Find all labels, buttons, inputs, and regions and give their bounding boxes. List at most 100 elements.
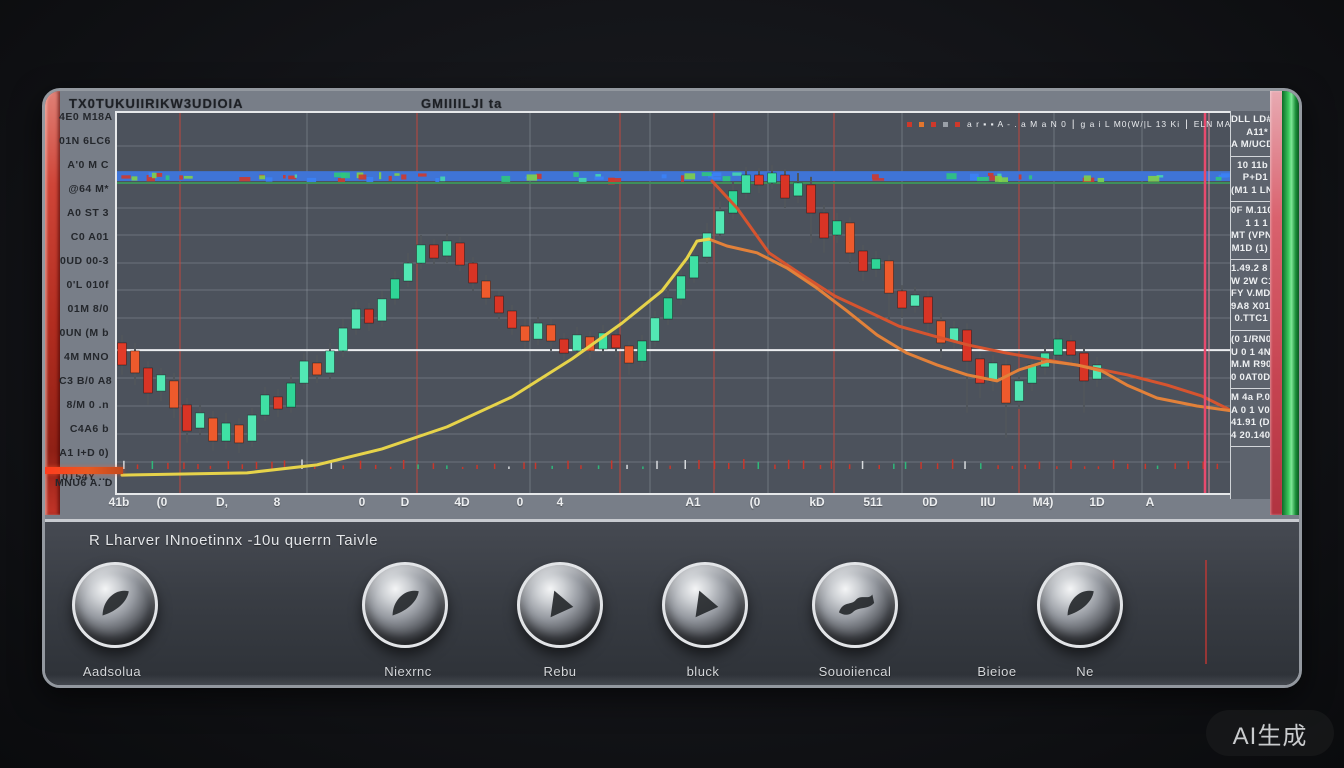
y-axis-label: A'0 M C	[59, 159, 113, 171]
control-red-marker-line	[1205, 560, 1207, 664]
chart-section: TX0TUKUIIRIKW3UDIOIA GMIIIILJI ta 4E0 M1…	[45, 91, 1299, 519]
right-axis-group: 10 11bP+D1(M1 1 LN)	[1231, 157, 1271, 203]
right-axis-label: 0.TTC1	[1231, 313, 1268, 326]
x-axis-label: 41b	[109, 495, 130, 509]
right-axis-group: DLL LD#A11*A M/UCD	[1231, 111, 1271, 157]
swoosh-icon	[92, 582, 138, 628]
chart-plot-svg	[117, 113, 1232, 493]
swoosh-icon	[382, 582, 428, 628]
y-axis-left-labels: 4E0 M18A 01N 6LC6 A'0 M C @64 M* A0 ST 3 C0 A…	[59, 111, 113, 483]
right-axis-label: 1 1 1	[1231, 218, 1268, 231]
right-axis-label: FY V.MD	[1231, 288, 1268, 301]
right-axis-group: 1.49.2 8 8W 2W C1bFY V.MD9A8 X01D0.TTC1	[1231, 260, 1271, 331]
y-axis-label: 4M MNO	[59, 351, 113, 363]
legend-text: g a i L M0(W/|L 13 Ki	[1081, 119, 1181, 129]
right-axis-label: 41.91 (D0	[1231, 417, 1268, 430]
y-axis-label: A0 ST 3	[59, 207, 113, 219]
x-axis-label: 8	[274, 495, 281, 509]
x-axis-label: (0	[750, 495, 761, 509]
knob-label: Bieioe	[977, 664, 1016, 679]
right-axis-label: 0F M.110	[1231, 205, 1268, 218]
knob-button-wave[interactable]	[812, 562, 898, 648]
right-axis-label: 1.49.2 8 8	[1231, 263, 1268, 276]
y-axis-label: @64 M*	[59, 183, 113, 195]
x-axis-label: D,	[216, 495, 228, 509]
knob-button-play[interactable]	[662, 562, 748, 648]
right-pink-bezel-strip	[1270, 91, 1282, 515]
legend-marker-icon	[931, 122, 936, 127]
legend-marker-icon	[919, 122, 924, 127]
y-axis-label: 0'L 010f	[59, 279, 113, 291]
x-axis-label: D	[401, 495, 410, 509]
legend-marker-icon	[907, 122, 912, 127]
right-axis-label: 10 11b	[1231, 160, 1268, 173]
x-axis-label: 4	[557, 495, 564, 509]
right-axis-label: 0 0AT0D	[1231, 372, 1268, 385]
legend-text: a r ▪ ▪ A - . a M a N 0	[967, 119, 1067, 129]
candlestick-chart[interactable]	[115, 111, 1234, 495]
y-axis-right-panel: DLL LD#A11*A M/UCD10 11bP+D1(M1 1 LN)0F …	[1230, 111, 1271, 499]
right-axis-label: U 0 1 4N3	[1231, 347, 1268, 360]
chart-title-left: TX0TUKUIIRIKW3UDIOIA	[69, 96, 244, 111]
knob-label: bluck	[687, 664, 720, 679]
right-axis-label: (0 1/RN0	[1231, 334, 1268, 347]
x-axis-label: 1D	[1089, 495, 1104, 509]
knob-button-play[interactable]	[517, 562, 603, 648]
x-axis-label: A	[1146, 495, 1155, 509]
play-icon	[682, 582, 728, 628]
knob-button-swoosh[interactable]	[362, 562, 448, 648]
x-axis-labels: 41b(0D,80D4D04A1(0kD5110DIIUM4)1DA	[115, 493, 1230, 513]
y-axis-label: 01M 8/0	[59, 303, 113, 315]
right-axis-group: 0F M.1101 1 1MT (VPN)M1D (1)	[1231, 202, 1271, 260]
x-axis-label: IIU	[980, 495, 995, 509]
right-axis-label: P+D1	[1231, 172, 1268, 185]
right-axis-label: DLL LD#	[1231, 114, 1268, 127]
right-axis-group: M 4a P.0wA 0 1 V041.91 (D04 20.1403	[1231, 389, 1271, 447]
right-axis-group: (0 1/RN0U 0 1 4N3M.M R9000 0AT0D	[1231, 331, 1271, 389]
right-axis-label: M1D (1)	[1231, 243, 1268, 256]
bottom-left-axis-label: MNU6 A. D	[55, 477, 113, 489]
right-axis-label: A 0 1 V0	[1231, 405, 1268, 418]
y-axis-label: 01N 6LC6	[59, 135, 113, 147]
knob-label: Rebu	[543, 664, 576, 679]
chart-title-right: GMIIIILJI ta	[421, 96, 502, 111]
right-axis-label: 4 20.1403	[1231, 430, 1268, 443]
right-axis-label: M 4a P.0w	[1231, 392, 1268, 405]
y-axis-label: 0UN (M b	[59, 327, 113, 339]
x-axis-label: 0	[517, 495, 524, 509]
y-axis-label: C0 A01	[59, 231, 113, 243]
chart-title-row: TX0TUKUIIRIKW3UDIOIA GMIIIILJI ta	[69, 96, 244, 112]
left-red-bezel-strip	[45, 91, 60, 515]
right-axis-label: (M1 1 LN)	[1231, 185, 1268, 198]
legend-separator: |	[1185, 119, 1189, 130]
trading-terminal-panel: TX0TUKUIIRIKW3UDIOIA GMIIIILJI ta 4E0 M1…	[42, 88, 1302, 688]
x-axis-label: kD	[809, 495, 824, 509]
y-axis-label: C4A6 b	[59, 423, 113, 435]
knob-button-swoosh[interactable]	[1037, 562, 1123, 648]
knob-label: Souoiiencal	[819, 664, 892, 679]
y-axis-label: 0UD 00-3	[59, 255, 113, 267]
right-axis-label: W 2W C1b	[1231, 276, 1268, 289]
right-axis-label: MT (VPN)	[1231, 230, 1268, 243]
orange-baseline-bar	[45, 467, 123, 474]
control-subtitle: R Lharver INnoetinnx -10u querrn Taivle	[89, 532, 378, 549]
x-axis-label: 4D	[454, 495, 469, 509]
right-axis-label: M.M R900	[1231, 359, 1268, 372]
y-axis-label: 4E0 M18A	[59, 111, 113, 123]
right-axis-label: A11*	[1231, 127, 1268, 140]
x-axis-label: 511	[863, 495, 882, 509]
play-icon	[537, 582, 583, 628]
right-axis-label: 9A8 X01D	[1231, 301, 1268, 314]
x-axis-label: M4)	[1033, 495, 1054, 509]
y-axis-label: 8/M 0 .n	[59, 399, 113, 411]
ai-watermark-badge: AI生成	[1206, 710, 1334, 756]
knob-label: Ne	[1076, 664, 1094, 679]
right-green-bezel-strip	[1282, 91, 1299, 515]
right-axis-label: A M/UCD	[1231, 139, 1268, 152]
y-axis-label: C3 B/0 A8	[59, 375, 113, 387]
knob-label: Aadsolua	[83, 664, 141, 679]
x-axis-label: (0	[157, 495, 168, 509]
control-section: R Lharver INnoetinnx -10u querrn Taivle …	[45, 519, 1299, 688]
ai-watermark-text: AI生成	[1233, 716, 1308, 751]
knob-button-swoosh[interactable]	[72, 562, 158, 648]
